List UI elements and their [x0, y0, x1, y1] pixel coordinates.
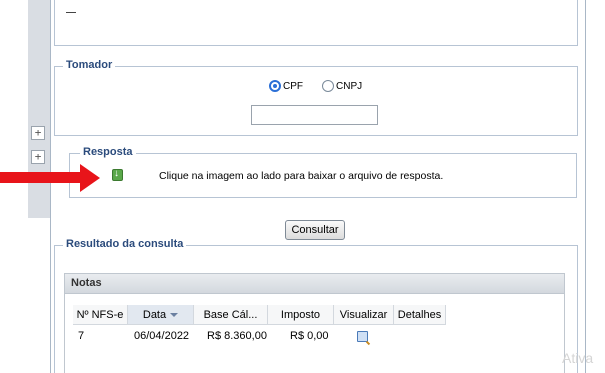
cnpj-radio[interactable] — [322, 80, 334, 92]
resultado-legend: Resultado da consulta — [63, 238, 187, 250]
left-panel-blank — [28, 218, 50, 373]
sort-desc-icon — [170, 313, 179, 318]
row-numero: 7 — [78, 330, 85, 342]
cnpj-radio-label: CNPJ — [336, 81, 363, 92]
notas-grid-header: Notas — [64, 273, 565, 294]
resposta-legend: Resposta — [80, 146, 136, 158]
red-arrow-head — [80, 164, 100, 192]
col-header-imposto[interactable]: Imposto — [268, 305, 334, 325]
col-header-visualizar[interactable]: Visualizar — [334, 305, 394, 325]
col-header-data[interactable]: Data — [128, 305, 194, 325]
consultar-button[interactable]: Consultar — [285, 220, 345, 240]
document-input[interactable] — [251, 105, 378, 125]
tomador-legend: Tomador — [63, 59, 116, 71]
expand-button[interactable]: + — [31, 150, 45, 164]
row-base: R$ 8.360,00 — [207, 330, 267, 342]
collapse-dash-icon[interactable] — [66, 12, 76, 13]
red-arrow-shaft — [0, 172, 82, 183]
magnifier-icon[interactable] — [357, 331, 368, 342]
cpf-radio-label: CPF — [283, 81, 303, 92]
tomador-fieldset: Tomador — [54, 59, 578, 136]
row-data: 06/04/2022 — [134, 330, 190, 342]
col-header-numero[interactable]: Nº NFS-e — [73, 305, 128, 325]
col-header-base[interactable]: Base Cál... — [194, 305, 268, 325]
left-panel-strip — [28, 0, 50, 218]
resposta-message: Clique na imagem ao lado para baixar o a… — [159, 170, 444, 182]
download-icon[interactable] — [112, 168, 123, 181]
expand-button[interactable]: + — [31, 126, 45, 140]
content-border-left — [50, 0, 51, 373]
cpf-radio[interactable] — [269, 80, 281, 92]
previous-fieldset — [54, 0, 578, 46]
content-border-right — [585, 0, 586, 373]
row-imposto: R$ 0,00 — [290, 330, 329, 342]
activation-watermark: Ativa — [562, 350, 594, 366]
col-header-detalhes[interactable]: Detalhes — [394, 305, 446, 325]
notas-grid-title: Notas — [71, 277, 102, 289]
